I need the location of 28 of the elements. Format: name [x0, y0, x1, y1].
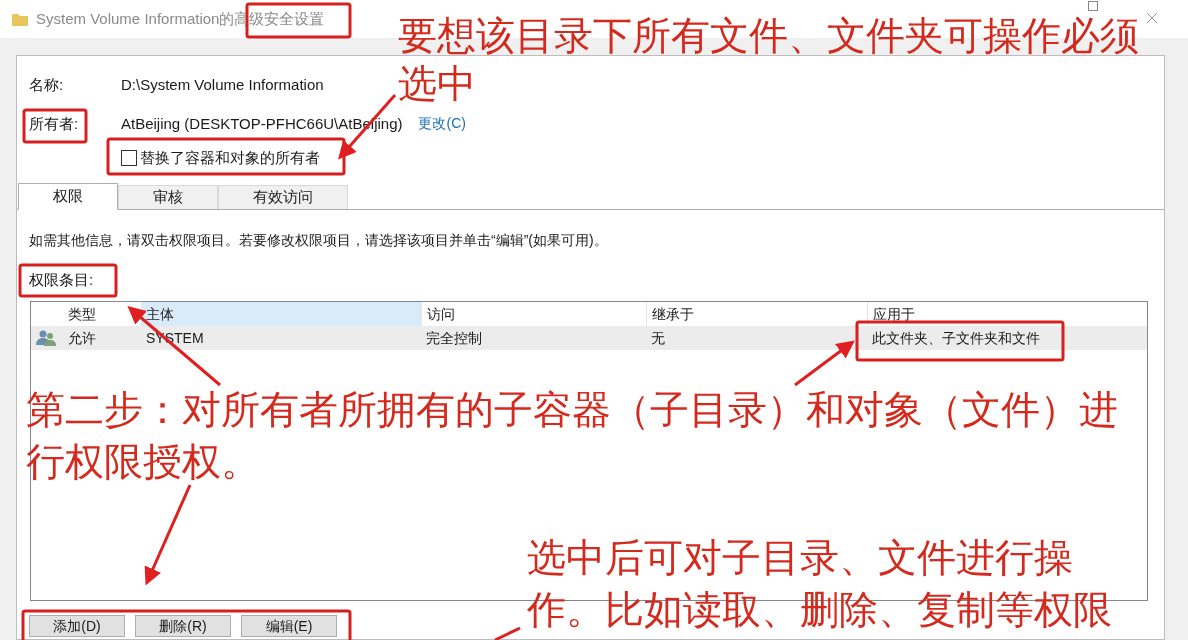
table-cell-text: 允许: [68, 328, 96, 348]
highlight-frame: [22, 108, 88, 144]
checkbox[interactable]: [121, 150, 137, 167]
field-label: 所有者:: [29, 113, 79, 134]
table-cell-text: 无: [651, 328, 665, 348]
maximize-icon[interactable]: [1088, 1, 1100, 13]
tab[interactable]: 权限: [18, 182, 118, 210]
close-icon[interactable]: [1146, 12, 1158, 24]
action-button[interactable]: 添加(D): [29, 615, 125, 637]
field-label: 名称:: [29, 75, 64, 95]
column-header[interactable]: 类型: [63, 302, 141, 326]
users-icon: [36, 330, 56, 346]
column-header[interactable]: 主体: [141, 302, 421, 326]
arrow: [794, 340, 855, 387]
field-value: D:\System Volume Information: [121, 75, 324, 95]
folder-icon: [12, 12, 28, 26]
checkbox-label: 替换了容器和对象的所有者: [140, 148, 320, 168]
action-button[interactable]: 编辑(E): [241, 615, 337, 637]
change-link[interactable]: 更改(C): [418, 113, 466, 135]
table-cell-text: 此文件夹、子文件夹和文件: [872, 328, 1040, 348]
table-cell-text: 完全控制: [426, 328, 482, 348]
annotation-text: 要想该目录下所有文件、文件夹可操作必须 选中: [398, 13, 1139, 107]
info-text: 如需其他信息，请双击权限项目。若要修改权限项目，请选择该项目并单击“编辑”(如果可用)。: [28, 230, 609, 250]
list-label: 权限条目:: [29, 269, 94, 290]
tab[interactable]: 审核: [118, 184, 218, 209]
action-button[interactable]: 删除(R): [135, 615, 231, 637]
tab[interactable]: 有效访问: [218, 184, 348, 209]
annotation-text: 选中后可对子目录、文件进行操 作。比如读取、删除、复制等权限: [527, 535, 1112, 633]
